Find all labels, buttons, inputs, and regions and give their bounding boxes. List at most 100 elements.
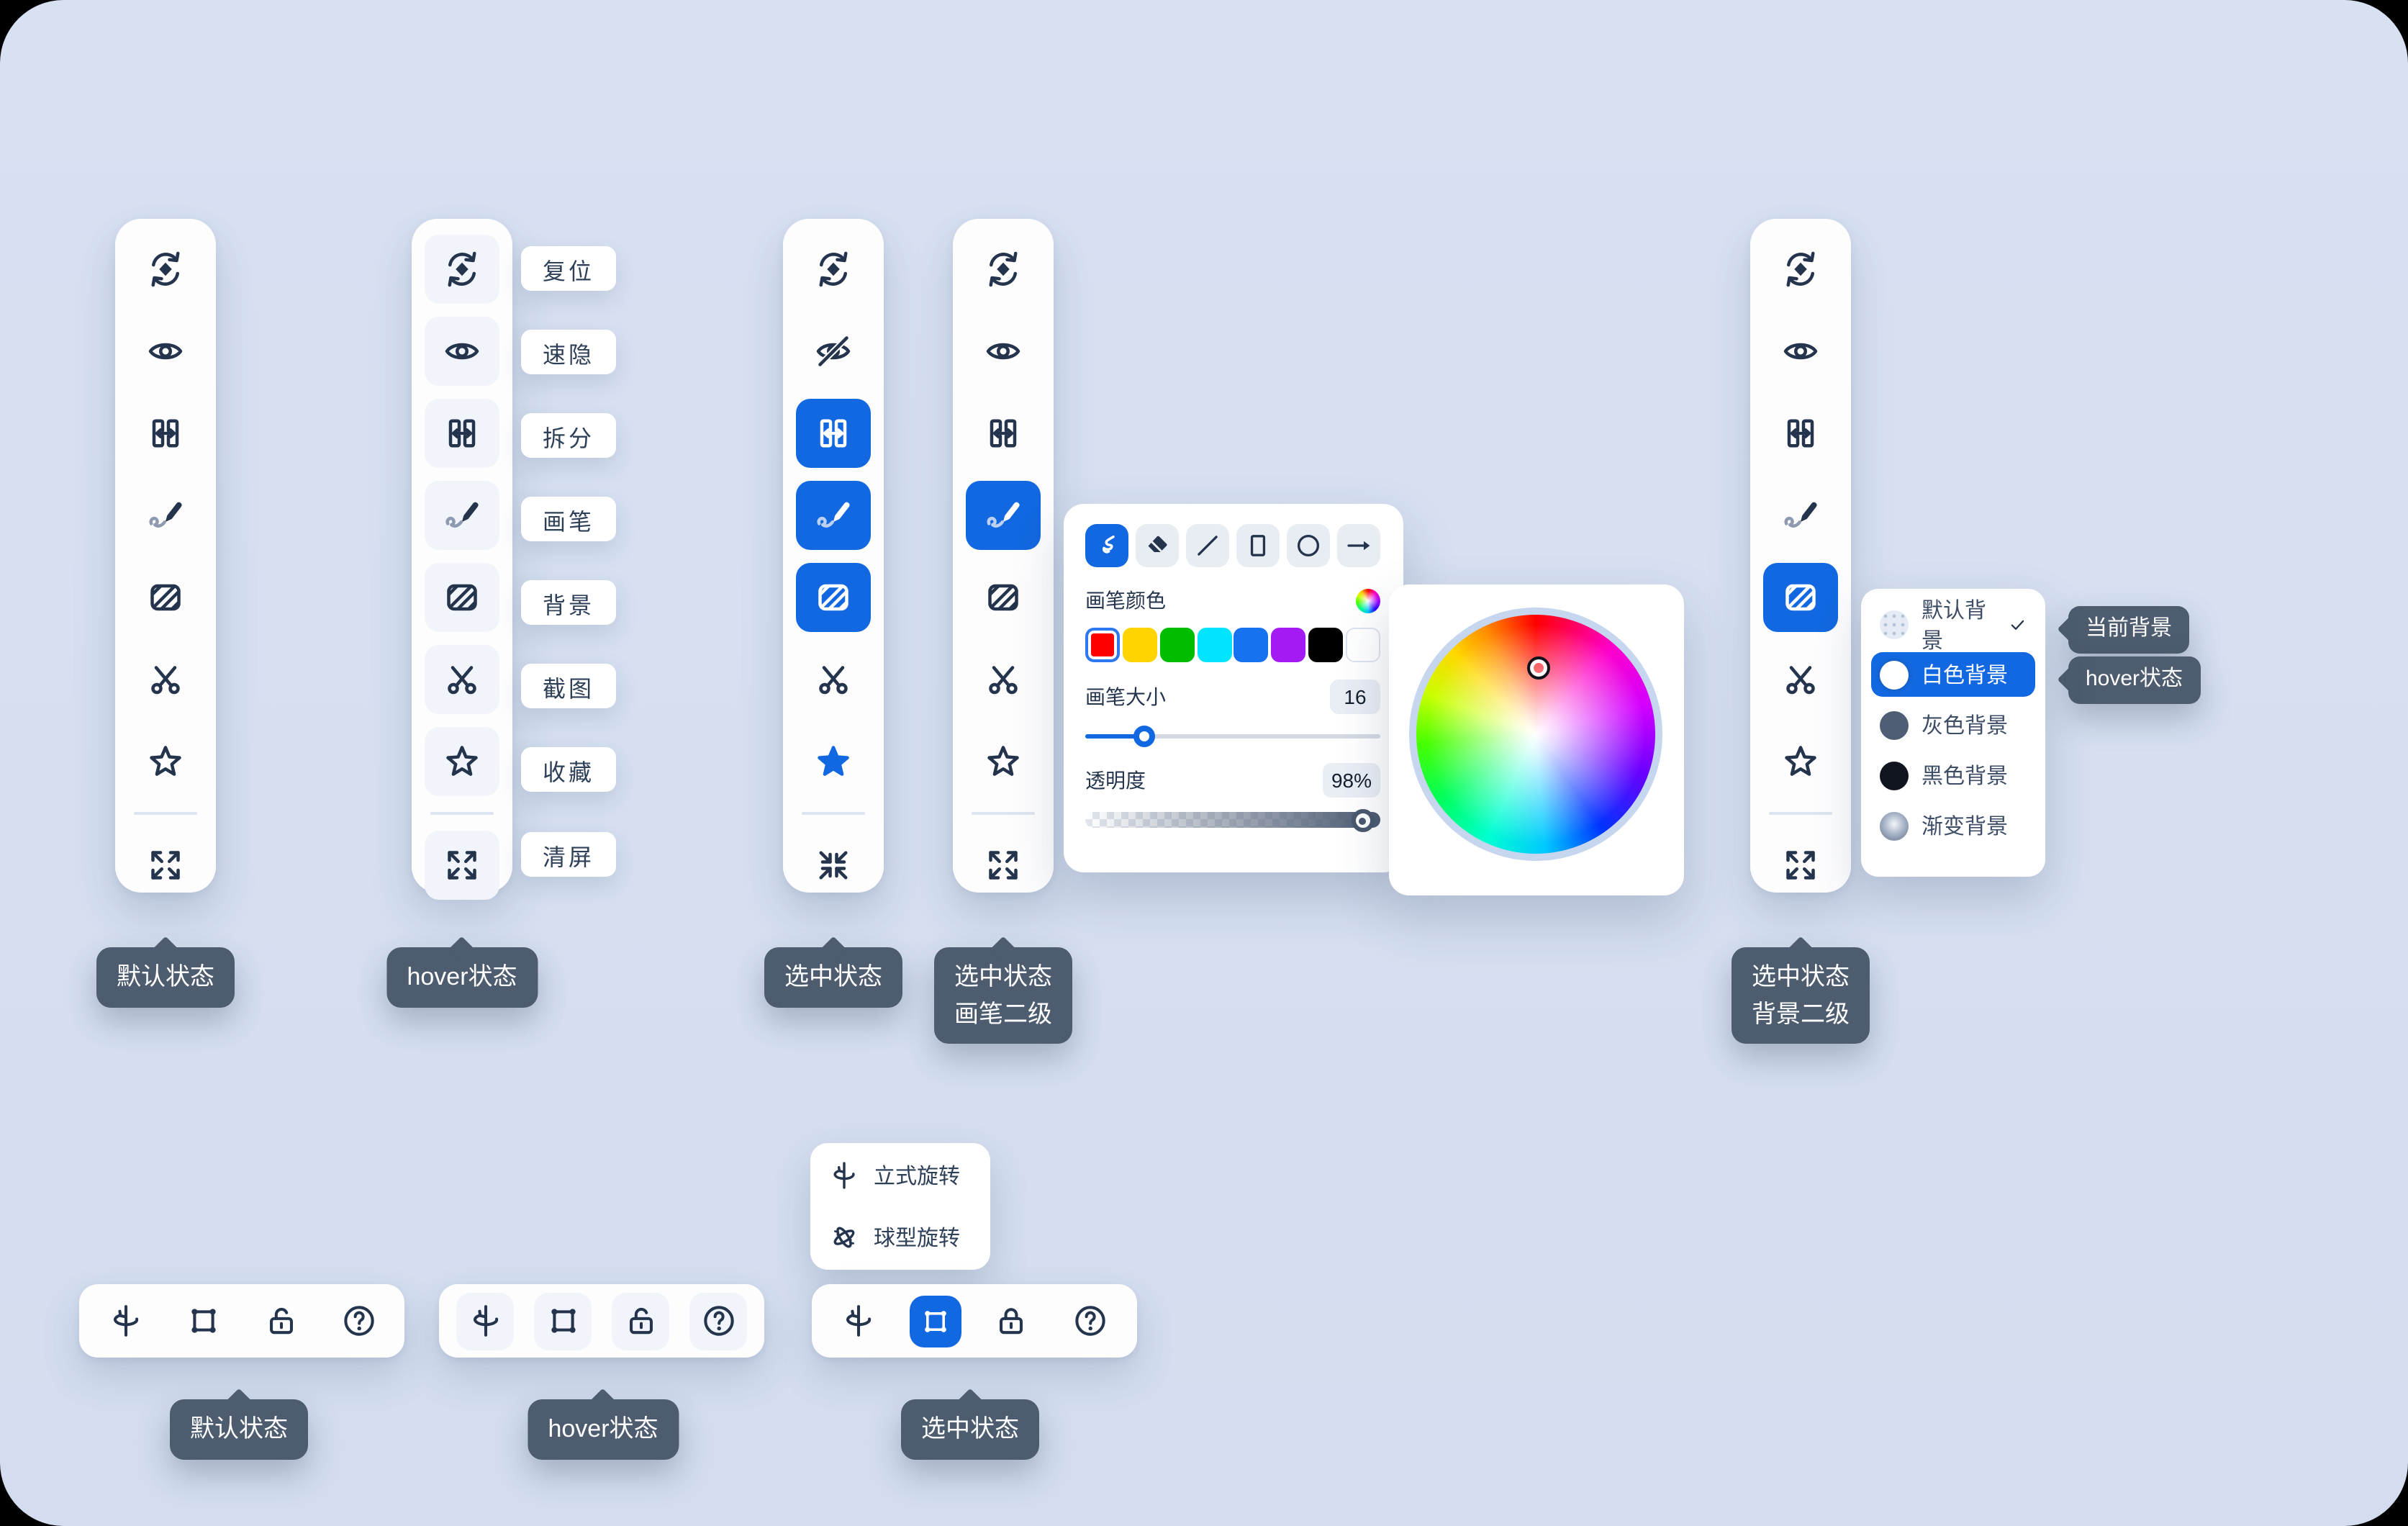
pen-button-selected[interactable]	[796, 481, 871, 550]
color-wheel-button[interactable]	[1356, 588, 1380, 613]
quick-hide-button[interactable]	[796, 317, 871, 386]
swatch-black[interactable]	[1308, 628, 1343, 662]
menu-item-white-bg-hover[interactable]: 白色背景	[1871, 652, 2035, 697]
opacity-slider[interactable]	[1085, 809, 1380, 831]
quick-hide-button[interactable]	[425, 317, 499, 386]
favorite-button[interactable]	[1763, 727, 1838, 796]
menu-item-gray-bg[interactable]: 灰色背景	[1871, 703, 2035, 747]
help-button[interactable]	[1062, 1292, 1119, 1350]
screenshot-button[interactable]	[425, 645, 499, 714]
background-icon	[144, 576, 187, 619]
pen-button-selected[interactable]	[966, 481, 1041, 550]
quick-hide-button[interactable]	[966, 317, 1041, 386]
line-tool[interactable]	[1186, 524, 1229, 567]
help-button[interactable]	[689, 1292, 747, 1350]
slider-thumb[interactable]	[1133, 726, 1155, 747]
screenshot-button[interactable]	[128, 645, 203, 714]
transform-frame-button-selected[interactable]	[909, 1295, 961, 1347]
ellipse-tool[interactable]	[1287, 524, 1330, 567]
pen-size-value[interactable]: 16	[1330, 680, 1380, 714]
split-button[interactable]	[1763, 399, 1838, 468]
swatch-red-selected[interactable]	[1085, 628, 1120, 662]
clear-screen-button[interactable]	[1763, 831, 1838, 900]
lock-button[interactable]	[252, 1292, 309, 1350]
quick-hide-button[interactable]	[128, 317, 203, 386]
help-button[interactable]	[330, 1292, 387, 1350]
quick-hide-button[interactable]	[1763, 317, 1838, 386]
background-button-selected[interactable]	[796, 563, 871, 632]
rotate-3d-button[interactable]	[830, 1292, 887, 1350]
bottom-toolbar-default	[79, 1284, 404, 1358]
reset-button[interactable]	[425, 235, 499, 304]
menu-item-label: 球型旋转	[874, 1222, 960, 1252]
pen-button[interactable]	[425, 481, 499, 550]
color-wheel-marker[interactable]	[1527, 656, 1550, 680]
transform-frame-button[interactable]	[534, 1292, 592, 1350]
menu-item-gradient-bg[interactable]: 渐变背景	[1871, 803, 2035, 848]
split-button[interactable]	[128, 399, 203, 468]
label-split: 拆分	[521, 413, 616, 458]
screenshot-button[interactable]	[1763, 645, 1838, 714]
squiggle-pen-icon	[1091, 530, 1123, 561]
menu-item-default-bg[interactable]: 默认背景	[1871, 602, 2035, 646]
pen-size-slider[interactable]	[1085, 726, 1380, 747]
swatch-white[interactable]	[1346, 628, 1380, 662]
help-icon	[1071, 1301, 1110, 1340]
screenshot-button[interactable]	[796, 645, 871, 714]
squiggle-pen-tool[interactable]	[1085, 524, 1128, 567]
rotate-3d-button[interactable]	[96, 1292, 154, 1350]
favorite-button[interactable]	[128, 727, 203, 796]
screenshot-scissors-icon	[1779, 658, 1822, 701]
swatch-green[interactable]	[1159, 628, 1194, 662]
white-bg-swatch-icon	[1880, 660, 1909, 689]
lock-button[interactable]	[612, 1292, 669, 1350]
rectangle-tool[interactable]	[1236, 524, 1280, 567]
rotate-3d-icon	[106, 1301, 145, 1340]
pen-button[interactable]	[1763, 481, 1838, 550]
pen-icon	[144, 494, 187, 537]
lock-button[interactable]	[982, 1292, 1040, 1350]
reset-button[interactable]	[1763, 235, 1838, 304]
background-button[interactable]	[966, 563, 1041, 632]
bottom-toolbar-selected	[812, 1284, 1137, 1358]
reset-button[interactable]	[128, 235, 203, 304]
eraser-tool[interactable]	[1136, 524, 1179, 567]
clear-screen-button[interactable]	[425, 831, 499, 900]
pen-button[interactable]	[128, 481, 203, 550]
label-clear-screen: 清屏	[521, 832, 616, 877]
menu-item-black-bg[interactable]: 黑色背景	[1871, 753, 2035, 798]
menu-item-vertical-rotation[interactable]: 立式旋转	[828, 1159, 973, 1192]
clear-screen-button[interactable]	[128, 831, 203, 900]
favorite-button[interactable]	[966, 727, 1041, 796]
rotate-3d-button[interactable]	[456, 1292, 514, 1350]
reset-button[interactable]	[966, 235, 1041, 304]
favorite-button-active[interactable]	[796, 727, 871, 796]
clear-screen-button[interactable]	[796, 831, 871, 900]
swatch-blue[interactable]	[1234, 628, 1269, 662]
opacity-track[interactable]	[1085, 812, 1380, 828]
background-button-selected[interactable]	[1763, 563, 1838, 632]
split-button-selected[interactable]	[796, 399, 871, 468]
background-button[interactable]	[128, 563, 203, 632]
color-wheel[interactable]	[1409, 608, 1662, 861]
clear-screen-expand-icon	[1779, 844, 1822, 887]
swatch-yellow[interactable]	[1123, 628, 1157, 662]
menu-item-sphere-rotation[interactable]: 球型旋转	[828, 1221, 973, 1254]
screenshot-button[interactable]	[966, 645, 1041, 714]
pen-color-label: 画笔颜色	[1085, 586, 1166, 615]
reset-button[interactable]	[796, 235, 871, 304]
split-button[interactable]	[966, 399, 1041, 468]
opacity-thumb[interactable]	[1351, 809, 1374, 832]
favorite-button[interactable]	[425, 727, 499, 796]
pen-settings-panel: 画笔颜色 画笔大小 16 透明度 98%	[1064, 504, 1403, 872]
opacity-value[interactable]: 98%	[1323, 763, 1380, 798]
split-button[interactable]	[425, 399, 499, 468]
tooltip-bg-hover-state: hover状态	[2068, 656, 2200, 703]
swatch-purple[interactable]	[1271, 628, 1305, 662]
arrow-tool[interactable]	[1337, 524, 1380, 567]
sphere-rotate-icon	[828, 1221, 861, 1254]
clear-screen-button[interactable]	[966, 831, 1041, 900]
swatch-cyan[interactable]	[1197, 628, 1231, 662]
background-button[interactable]	[425, 563, 499, 632]
transform-frame-button[interactable]	[174, 1292, 232, 1350]
